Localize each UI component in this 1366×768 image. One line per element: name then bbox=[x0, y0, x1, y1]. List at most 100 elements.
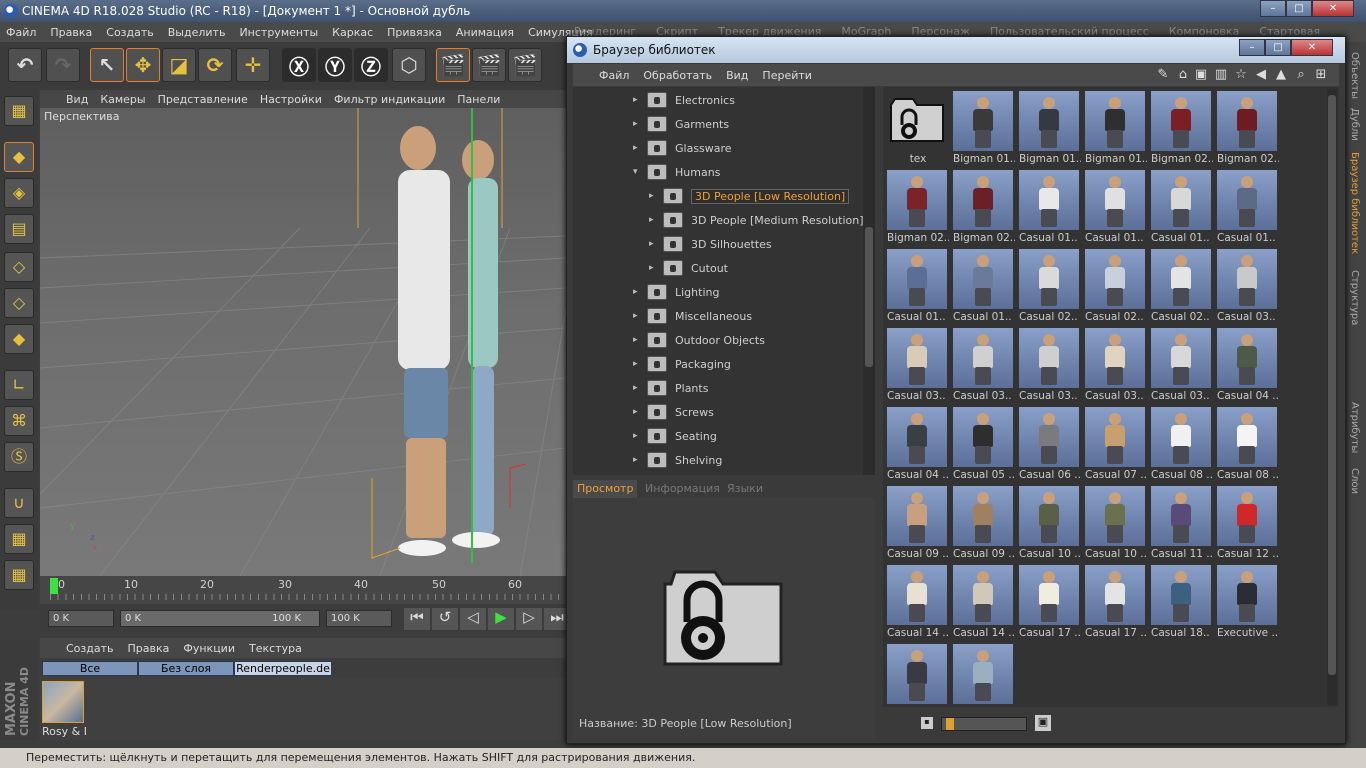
chevron-right-icon[interactable]: ▸ bbox=[633, 287, 639, 297]
small-thumbnail-icon[interactable]: ▪ bbox=[921, 717, 933, 729]
grid-scrollbar[interactable] bbox=[1327, 89, 1337, 705]
asset-item[interactable]: Executive .. bbox=[1217, 565, 1279, 643]
asset-item[interactable]: Bigman 01.. bbox=[953, 91, 1015, 169]
tab-languages[interactable]: Языки bbox=[723, 480, 767, 498]
asset-item[interactable]: Casual 03.. bbox=[953, 328, 1015, 406]
tree-item[interactable]: ▾ Humans bbox=[633, 161, 720, 183]
tree-item[interactable]: ▸ Lighting bbox=[633, 281, 719, 303]
live-select-icon[interactable]: ↖ bbox=[90, 48, 124, 82]
edges-mode-icon[interactable]: ◇ bbox=[4, 288, 34, 318]
asset-item[interactable]: Casual 01.. bbox=[887, 249, 949, 327]
folder-item[interactable]: tex bbox=[887, 91, 949, 169]
chevron-right-icon[interactable]: ▸ bbox=[649, 215, 655, 225]
chevron-right-icon[interactable]: ▸ bbox=[633, 359, 639, 369]
chevron-right-icon[interactable]: ▸ bbox=[649, 263, 655, 273]
snap-icon[interactable]: ∪ bbox=[4, 488, 34, 518]
asset-item[interactable]: Casual 17 .. bbox=[1085, 565, 1147, 643]
asset-item[interactable]: Casual 04 .. bbox=[887, 407, 949, 485]
asset-item[interactable]: Casual 09 .. bbox=[887, 486, 949, 564]
x-axis-handle[interactable] bbox=[509, 463, 527, 508]
render-settings-icon[interactable]: 🎬 bbox=[508, 48, 542, 82]
asset-item[interactable]: Casual 06 .. bbox=[1019, 407, 1081, 485]
y-axis-icon[interactable]: Ⓨ bbox=[318, 48, 352, 82]
asset-item[interactable]: Casual 01.. bbox=[953, 249, 1015, 327]
tab-layers[interactable]: Слои bbox=[1349, 468, 1360, 494]
asset-item[interactable]: Casual 01.. bbox=[1085, 170, 1147, 248]
material-menu-texture[interactable]: Текстура bbox=[249, 642, 302, 655]
asset-item[interactable]: Casual 08 .. bbox=[1217, 407, 1279, 485]
tab-objects[interactable]: Объекты bbox=[1349, 52, 1360, 99]
asset-item[interactable]: Casual 09 .. bbox=[953, 486, 1015, 564]
asset-item[interactable]: Bigman 01.. bbox=[1019, 91, 1081, 169]
asset-item[interactable]: Casual 14 .. bbox=[887, 565, 949, 643]
close-button[interactable]: ✕ bbox=[1312, 0, 1354, 17]
tree-item[interactable]: ▸ 3D Silhouettes bbox=[649, 233, 772, 255]
asset-item[interactable]: Casual 02.. bbox=[1151, 249, 1213, 327]
material-swatch[interactable] bbox=[42, 681, 84, 723]
points-mode-icon[interactable]: ◇ bbox=[4, 252, 34, 282]
planar-workplane-icon[interactable]: ▦ bbox=[4, 560, 34, 590]
asset-item[interactable]: Casual 18.. bbox=[1151, 565, 1213, 643]
menu-file[interactable]: Файл bbox=[6, 26, 36, 39]
asset-item[interactable]: Casual 03.. bbox=[1085, 328, 1147, 406]
asset-item[interactable]: Bigman 02.. bbox=[1151, 91, 1213, 169]
menu-animation[interactable]: Анимация bbox=[456, 26, 514, 39]
library-menu-edit[interactable]: Обработать bbox=[643, 69, 712, 82]
viewport-menu-panel[interactable]: Панели bbox=[457, 93, 500, 106]
undo-icon[interactable]: ↶ bbox=[8, 48, 42, 82]
asset-item[interactable]: Casual 17 .. bbox=[1019, 565, 1081, 643]
tree-item[interactable]: ▸ Seating bbox=[633, 425, 717, 447]
texture-mode-icon[interactable]: ◈ bbox=[4, 178, 34, 208]
perspective-viewport[interactable]: Перспектива y z x bbox=[40, 108, 566, 576]
material-menu-edit[interactable]: Правка bbox=[128, 642, 170, 655]
home-icon[interactable]: ⌂ bbox=[1175, 67, 1191, 83]
current-frame-field[interactable]: 0 K bbox=[48, 610, 114, 627]
chevron-right-icon[interactable]: ▸ bbox=[633, 383, 639, 393]
tree-item[interactable]: ▸ Outdoor Objects bbox=[633, 329, 765, 351]
library-menu-view[interactable]: Вид bbox=[726, 69, 748, 82]
previous-key-icon[interactable]: ↺ bbox=[432, 608, 458, 630]
library-maximize-button[interactable]: □ bbox=[1265, 39, 1291, 56]
move-icon[interactable]: ✥ bbox=[126, 48, 160, 82]
workplane-icon[interactable]: ▤ bbox=[4, 214, 34, 244]
asset-item[interactable]: Casual 01.. bbox=[1019, 170, 1081, 248]
menu-snap[interactable]: Привязка bbox=[387, 26, 442, 39]
filter-all[interactable]: Все bbox=[42, 661, 138, 676]
tab-structure[interactable]: Структура bbox=[1349, 270, 1360, 325]
play-icon[interactable]: ▶ bbox=[488, 608, 514, 630]
tree-item[interactable]: ▸ Screws bbox=[633, 401, 714, 423]
viewport-menu-display[interactable]: Представление bbox=[158, 93, 248, 106]
tree-item[interactable]: ▸ Packaging bbox=[633, 353, 731, 375]
new-window-icon[interactable]: ⊞ bbox=[1313, 67, 1329, 83]
asset-item[interactable]: Casual 02.. bbox=[1085, 249, 1147, 327]
chevron-right-icon[interactable]: ▸ bbox=[633, 431, 639, 441]
solo-mode-icon[interactable]: Ⓢ bbox=[4, 442, 34, 472]
model-mode-icon[interactable]: ◆ bbox=[4, 142, 34, 172]
maximize-button[interactable]: □ bbox=[1286, 0, 1312, 17]
z-axis-icon[interactable]: Ⓩ bbox=[354, 48, 388, 82]
asset-item[interactable]: Casual 03.. bbox=[1019, 328, 1081, 406]
pencil-icon[interactable]: ✎ bbox=[1155, 67, 1171, 83]
tree-item[interactable]: ▸ Electronics bbox=[633, 89, 735, 111]
tweak-mode-icon[interactable]: ⌘ bbox=[4, 406, 34, 436]
tree-item[interactable]: ▸ Shelving bbox=[633, 449, 722, 471]
tab-preview[interactable]: Просмотр bbox=[573, 480, 638, 498]
redo-icon[interactable]: ↷ bbox=[46, 48, 80, 82]
menu-select[interactable]: Выделить bbox=[168, 26, 226, 39]
viewport-menu-options[interactable]: Настройки bbox=[260, 93, 322, 106]
timeline-ruler[interactable]: 0 10 20 30 40 50 60 bbox=[40, 576, 566, 604]
asset-item[interactable]: Bigman 01.. bbox=[1085, 91, 1147, 169]
favorites-icon[interactable]: ☆ bbox=[1233, 67, 1249, 83]
chevron-right-icon[interactable]: ▸ bbox=[633, 119, 639, 129]
max-frame-field[interactable]: 100 K bbox=[326, 610, 392, 627]
rotate-icon[interactable]: ⟳ bbox=[198, 48, 232, 82]
asset-item[interactable]: Bigman 02.. bbox=[887, 170, 949, 248]
asset-item[interactable]: Casual 14 .. bbox=[953, 565, 1015, 643]
tree-item[interactable]: ▸ Plants bbox=[633, 377, 708, 399]
chevron-right-icon[interactable]: ▸ bbox=[633, 311, 639, 321]
menu-tools[interactable]: Инструменты bbox=[239, 26, 318, 39]
tree-item[interactable]: ▸ Cutout bbox=[649, 257, 728, 279]
search-icon[interactable]: ⌕ bbox=[1293, 67, 1309, 83]
preset-icon[interactable]: ▣ bbox=[1193, 67, 1209, 83]
tree-scrollbar[interactable] bbox=[863, 87, 875, 475]
